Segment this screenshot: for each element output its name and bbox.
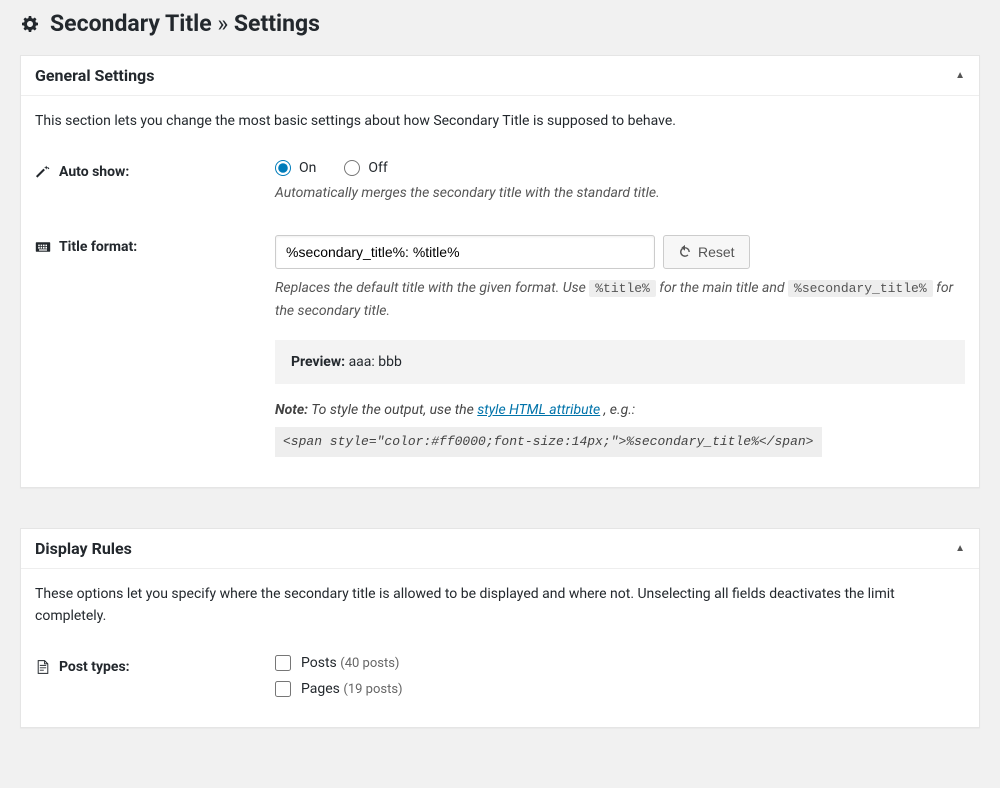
collapse-icon: ▲: [955, 543, 965, 554]
auto-show-on-radio[interactable]: [275, 160, 291, 176]
token-secondary-title: %secondary_title%: [788, 280, 933, 297]
note-block: Note: To style the output, use the style…: [275, 398, 965, 457]
post-types-label: Post types:: [35, 655, 275, 675]
auto-show-row: Auto show: On Off Automatically merges t: [35, 160, 965, 204]
post-type-posts[interactable]: Posts (40 posts): [275, 655, 965, 671]
auto-show-label: Auto show:: [35, 160, 275, 180]
preview-label: Preview:: [291, 354, 345, 370]
title-product: Secondary Title: [50, 10, 212, 37]
preview-box: Preview: aaa: bbb: [275, 340, 965, 384]
wand-icon: [35, 164, 51, 180]
title-page: Settings: [234, 10, 320, 37]
title-format-input[interactable]: [275, 235, 655, 269]
style-attribute-link[interactable]: style HTML attribute: [477, 402, 600, 418]
post-type-name: Posts: [301, 655, 337, 671]
post-type-pages[interactable]: Pages (19 posts): [275, 681, 965, 697]
collapse-icon: ▲: [955, 70, 965, 81]
general-settings-desc: This section lets you change the most ba…: [35, 110, 965, 132]
title-format-desc: Replaces the default title with the give…: [275, 277, 965, 322]
general-settings-panel: General Settings ▲ This section lets you…: [20, 55, 980, 488]
display-rules-desc: These options let you specify where the …: [35, 583, 965, 628]
title-format-row: Title format: Reset Replaces the defa: [35, 235, 965, 457]
general-settings-header[interactable]: General Settings ▲: [21, 56, 979, 96]
title-format-label: Title format:: [35, 235, 275, 255]
display-rules-header[interactable]: Display Rules ▲: [21, 529, 979, 569]
document-icon: [35, 659, 51, 675]
auto-show-on[interactable]: On: [275, 160, 316, 176]
note-label: Note:: [275, 402, 308, 418]
gear-icon: [20, 14, 40, 34]
auto-show-desc: Automatically merges the secondary title…: [275, 182, 965, 204]
post-type-name: Pages: [301, 681, 340, 697]
undo-icon: [678, 245, 692, 259]
display-rules-panel: Display Rules ▲ These options let you sp…: [20, 528, 980, 729]
keyboard-icon: [35, 239, 51, 255]
post-type-count: (19 posts): [343, 682, 402, 697]
post-type-count: (40 posts): [340, 656, 399, 671]
post-type-posts-checkbox[interactable]: [275, 655, 291, 671]
display-rules-title: Display Rules: [35, 539, 132, 558]
auto-show-off-radio[interactable]: [344, 160, 360, 176]
page-title: Secondary Title » Settings: [20, 10, 980, 37]
preview-value: aaa: bbb: [349, 354, 402, 370]
general-settings-title: General Settings: [35, 66, 154, 85]
auto-show-off[interactable]: Off: [344, 160, 387, 176]
token-title: %title%: [589, 280, 656, 297]
reset-button[interactable]: Reset: [663, 235, 750, 269]
post-types-row: Post types: Posts (40 posts): [35, 655, 965, 697]
code-example: <span style="color:#ff0000;font-size:14p…: [275, 427, 822, 456]
post-type-pages-checkbox[interactable]: [275, 681, 291, 697]
title-separator: »: [217, 10, 228, 37]
